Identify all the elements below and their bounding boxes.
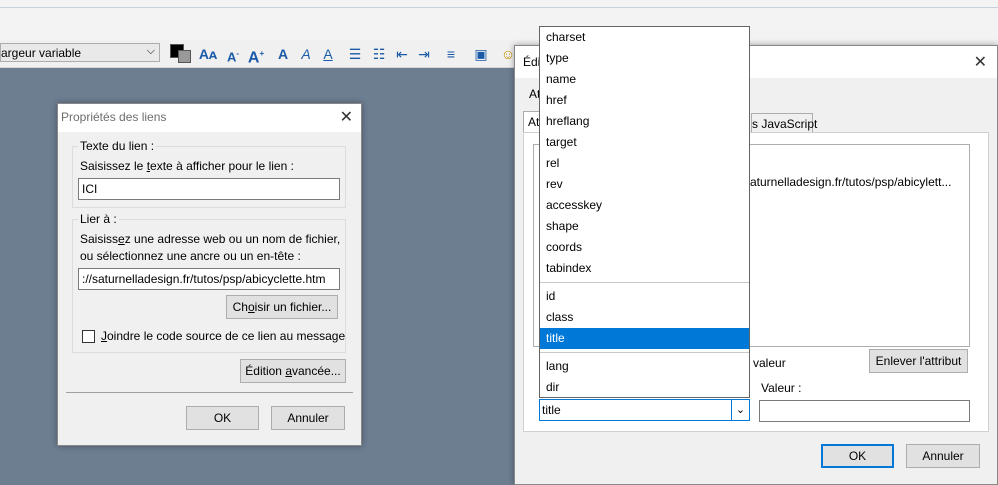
- decrease-font-icon[interactable]: A-: [224, 44, 242, 64]
- attach-source-label: Joindre le code source de ce lien au mes…: [101, 329, 346, 343]
- link-to-instruction-line1: Saisissez une adresse web ou un nom de f…: [80, 232, 341, 246]
- insert-table-icon[interactable]: ▣: [470, 44, 492, 64]
- dialog-title: Propriétés des liens: [61, 110, 167, 124]
- underline-icon[interactable]: A: [319, 44, 337, 64]
- value-label: Valeur :: [761, 381, 802, 395]
- font-size-icon[interactable]: Aᴀ: [196, 44, 220, 64]
- dropdown-option-selected[interactable]: title: [540, 328, 749, 349]
- dropdown-option[interactable]: rel: [540, 153, 749, 174]
- dropdown-option[interactable]: dir: [540, 377, 749, 398]
- chevron-down-icon[interactable]: ⌄: [731, 400, 749, 420]
- editor-top-band: [0, 0, 998, 40]
- dropdown-option[interactable]: lang: [540, 356, 749, 377]
- dropdown-option[interactable]: tabindex: [540, 258, 749, 279]
- link-to-instruction-line2: ou sélectionnez une ancre ou un en-tête …: [80, 249, 301, 263]
- dropdown-option[interactable]: target: [540, 132, 749, 153]
- choose-file-button[interactable]: Choisir un fichier...: [226, 295, 338, 319]
- attribute-dropdown-list[interactable]: charset type name href hreflang target r…: [539, 26, 750, 398]
- ok-button[interactable]: OK: [186, 406, 259, 430]
- close-icon[interactable]: ✕: [974, 52, 987, 72]
- align-icon[interactable]: ≡: [440, 44, 462, 64]
- link-text-input[interactable]: ICI: [78, 178, 340, 200]
- link-properties-dialog: Propriétés des liens ✕ Texte du lien : S…: [57, 103, 362, 446]
- dropdown-option[interactable]: id: [540, 286, 749, 307]
- attribute-value-cell: aturnelladesign.fr/tutos/psp/abicylett..…: [750, 175, 952, 189]
- link-url-input[interactable]: ://saturnelladesign.fr/tutos/psp/abicycl…: [78, 268, 340, 290]
- chevron-down-icon: ⌵: [146, 45, 155, 57]
- attribute-value-input[interactable]: [759, 400, 970, 422]
- dropdown-separator: [540, 282, 749, 283]
- bold-icon[interactable]: A: [274, 44, 292, 64]
- attribute-name-combobox[interactable]: title ⌄: [539, 399, 750, 421]
- link-text-group-label: Texte du lien :: [78, 139, 157, 153]
- attach-source-checkbox[interactable]: [82, 330, 95, 343]
- adv-cancel-button[interactable]: Annuler: [906, 444, 980, 468]
- dropdown-option[interactable]: coords: [540, 237, 749, 258]
- adv-title: Édi: [523, 55, 541, 69]
- adv-ok-button[interactable]: OK: [821, 444, 894, 468]
- indent-icon[interactable]: ⇥: [414, 44, 434, 64]
- link-to-group-label: Lier à :: [78, 212, 119, 226]
- numbered-list-icon[interactable]: ☷: [369, 44, 389, 64]
- combobox-value: title: [542, 403, 561, 417]
- dropdown-option[interactable]: shape: [540, 216, 749, 237]
- bullet-list-icon[interactable]: ☰: [345, 44, 365, 64]
- link-text-instruction: Saisissez le texte à afficher pour le li…: [80, 159, 294, 173]
- font-select-value: argeur variable: [1, 46, 82, 60]
- dropdown-separator: [540, 352, 749, 353]
- dropdown-option[interactable]: href: [540, 90, 749, 111]
- background-color-icon[interactable]: [178, 50, 191, 63]
- italic-icon[interactable]: A: [297, 44, 315, 64]
- remove-attribute-button[interactable]: Enlever l'attribut: [869, 349, 968, 373]
- dropdown-option[interactable]: charset: [540, 27, 749, 48]
- tab-javascript-events[interactable]: s JavaScript: [751, 113, 817, 133]
- font-select[interactable]: argeur variable ⌵: [0, 43, 160, 62]
- outdent-icon[interactable]: ⇤: [392, 44, 412, 64]
- dialog-titlebar: Propriétés des liens ✕: [58, 104, 361, 132]
- dropdown-option[interactable]: type: [540, 48, 749, 69]
- dialog-divider: [66, 392, 353, 393]
- dropdown-option[interactable]: hreflang: [540, 111, 749, 132]
- increase-font-icon[interactable]: A+: [246, 44, 266, 66]
- dropdown-option[interactable]: class: [540, 307, 749, 328]
- dropdown-option[interactable]: accesskey: [540, 195, 749, 216]
- dropdown-option[interactable]: rev: [540, 174, 749, 195]
- close-icon[interactable]: ✕: [340, 107, 353, 127]
- cancel-button[interactable]: Annuler: [271, 406, 345, 430]
- dropdown-option[interactable]: name: [540, 69, 749, 90]
- value-label-fragment: valeur: [753, 356, 786, 370]
- advanced-edit-button[interactable]: Édition avancée...: [240, 359, 346, 383]
